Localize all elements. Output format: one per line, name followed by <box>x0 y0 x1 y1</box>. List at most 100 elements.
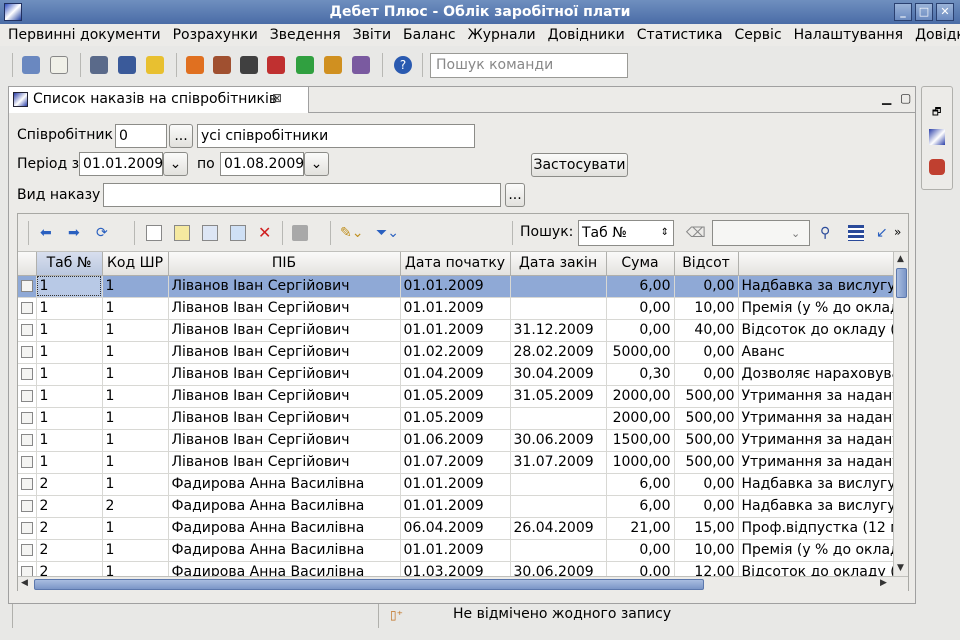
print-icon[interactable] <box>292 225 308 241</box>
row-checkbox[interactable] <box>18 539 37 562</box>
horizontal-scroll-thumb[interactable] <box>34 579 704 590</box>
col-header-sum[interactable]: Сума <box>606 252 675 276</box>
overflow-icon[interactable]: » <box>894 225 910 241</box>
row-checkbox[interactable] <box>18 385 37 408</box>
scroll-down-icon[interactable]: ▼ <box>897 563 904 573</box>
row-checkbox[interactable] <box>18 319 37 342</box>
col-header-percent[interactable]: Відсот <box>674 252 739 276</box>
arrow-left-icon[interactable]: ⬅ <box>40 225 56 241</box>
row-checkbox[interactable] <box>18 429 37 452</box>
orange-box-icon[interactable] <box>186 56 204 74</box>
filter-icon[interactable]: ⏷⌄ <box>376 225 404 241</box>
command-search-input[interactable]: Пошук команди <box>430 53 628 78</box>
menu-item-0[interactable]: Первинні документи <box>0 24 167 46</box>
help-icon[interactable]: ? <box>394 56 412 74</box>
employee-code-field[interactable]: 0 <box>115 124 167 148</box>
horizontal-scrollbar[interactable]: ◀ ▶ <box>18 576 908 591</box>
col-header-name[interactable]: ПІБ <box>168 252 401 276</box>
table-row[interactable]: 2 1 Фадирова Анна Василівна 01.01.2009 6,00 0… <box>18 473 908 496</box>
scroll-up-icon[interactable]: ▲ <box>897 254 904 264</box>
menu-item-8[interactable]: Сервіс <box>729 24 788 46</box>
checkbox-icon[interactable] <box>21 456 33 468</box>
row-checkbox[interactable] <box>18 407 37 430</box>
menu-item-10[interactable]: Довідка <box>909 24 960 46</box>
period-to-field[interactable]: 01.08.2009 <box>220 152 304 176</box>
lightning-icon[interactable] <box>146 56 164 74</box>
return-icon[interactable]: ↙ <box>876 225 892 241</box>
row-checkbox[interactable] <box>18 363 37 386</box>
col-header-start[interactable]: Дата початку <box>400 252 511 276</box>
panel-minimize-icon[interactable]: ▁ <box>882 91 891 105</box>
panel-maximize-icon[interactable]: ▢ <box>900 91 911 105</box>
chevron-down-icon[interactable]: ⌄ <box>791 227 800 240</box>
checkbox-icon[interactable] <box>21 434 33 446</box>
apply-button[interactable]: Застосувати <box>531 153 628 177</box>
minimize-icon[interactable]: _ <box>894 3 912 21</box>
orders-view-icon[interactable] <box>929 129 945 145</box>
checkbox-icon[interactable] <box>21 522 33 534</box>
table-row[interactable]: 2 1 Фадирова Анна Василівна 06.04.2009 26.04… <box>18 517 908 540</box>
employee-browse-button[interactable]: ... <box>169 124 193 148</box>
maximize-icon[interactable]: □ <box>915 3 933 21</box>
menu-item-2[interactable]: Зведення <box>264 24 347 46</box>
table-row[interactable]: 2 2 Фадирова Анна Василівна 01.01.2009 6,00 0… <box>18 495 908 518</box>
wand-icon[interactable]: ✎⌄ <box>340 225 368 241</box>
arrow-right-icon[interactable]: ➡ <box>68 225 84 241</box>
menu-item-9[interactable]: Налаштування <box>788 24 909 46</box>
delete-icon[interactable]: ✕ <box>258 225 274 241</box>
table-row[interactable]: 2 1 Фадирова Анна Василівна 01.01.2009 0,00 1… <box>18 539 908 562</box>
order-type-field[interactable] <box>103 183 501 207</box>
edit-document-icon[interactable] <box>174 225 190 241</box>
scroll-right-icon[interactable]: ▶ <box>880 578 887 588</box>
monitor-icon[interactable] <box>118 56 136 74</box>
add-user-icon[interactable] <box>296 56 314 74</box>
paste-icon[interactable] <box>230 225 246 241</box>
eraser-icon[interactable]: ⌫ <box>686 225 706 241</box>
database-icon[interactable] <box>22 56 40 74</box>
row-checkbox[interactable] <box>18 473 37 496</box>
row-checkbox[interactable] <box>18 517 37 540</box>
checkbox-icon[interactable] <box>21 478 33 490</box>
close-icon[interactable]: ✕ <box>936 3 954 21</box>
new-document-icon[interactable] <box>146 225 162 241</box>
checkbox-icon[interactable] <box>21 412 33 424</box>
camera-icon[interactable] <box>240 56 258 74</box>
scroll-left-icon[interactable]: ◀ <box>21 578 28 588</box>
list-icon[interactable] <box>90 56 108 74</box>
row-checkbox[interactable] <box>18 451 37 474</box>
checkbox-icon[interactable] <box>21 302 33 314</box>
table-row[interactable]: 1 1 Ліванов Іван Сергійович 01.05.2009 2000,… <box>18 407 908 430</box>
document-icon[interactable] <box>50 56 68 74</box>
tools-icon[interactable] <box>352 56 370 74</box>
employee-name-field[interactable]: усі співробітники <box>197 124 475 148</box>
search-icon[interactable] <box>324 56 342 74</box>
menu-item-1[interactable]: Розрахунки <box>167 24 264 46</box>
checkbox-icon[interactable] <box>21 368 33 380</box>
menu-item-4[interactable]: Баланс <box>397 24 462 46</box>
checkbox-icon[interactable] <box>21 544 33 556</box>
vertical-scrollbar[interactable]: ▲ ▼ <box>893 252 908 577</box>
portrait-icon[interactable] <box>213 56 231 74</box>
order-type-browse-button[interactable]: ... <box>505 183 525 207</box>
menu-item-7[interactable]: Статистика <box>631 24 729 46</box>
menu-item-5[interactable]: Журнали <box>462 24 542 46</box>
row-checkbox[interactable] <box>18 495 37 518</box>
tab-orders-list[interactable]: Список наказів на співробітників ⊠ <box>9 87 309 113</box>
col-header-tab[interactable]: Таб № <box>36 252 103 276</box>
copy-icon[interactable] <box>202 225 218 241</box>
row-checkbox[interactable] <box>18 341 37 364</box>
checkbox-icon[interactable] <box>21 324 33 336</box>
checkbox-icon[interactable] <box>21 346 33 358</box>
table-row[interactable]: 1 1 Ліванов Іван Сергійович 01.01.2009 6,00 0… <box>18 275 908 298</box>
checkbox-icon[interactable] <box>21 280 33 292</box>
tab-close-icon[interactable]: ⊠ <box>272 91 282 105</box>
search-field-select[interactable]: Таб № ⇕ <box>578 220 674 246</box>
vertical-scroll-thumb[interactable] <box>896 268 907 298</box>
row-checkbox[interactable] <box>18 275 37 298</box>
people-icon[interactable] <box>929 159 945 175</box>
period-from-dropdown[interactable]: ⌄ <box>163 152 188 176</box>
table-view-icon[interactable] <box>848 225 864 241</box>
checkbox-icon[interactable] <box>21 500 33 512</box>
col-header-description[interactable] <box>738 252 908 276</box>
col-header-end[interactable]: Дата закін <box>510 252 607 276</box>
